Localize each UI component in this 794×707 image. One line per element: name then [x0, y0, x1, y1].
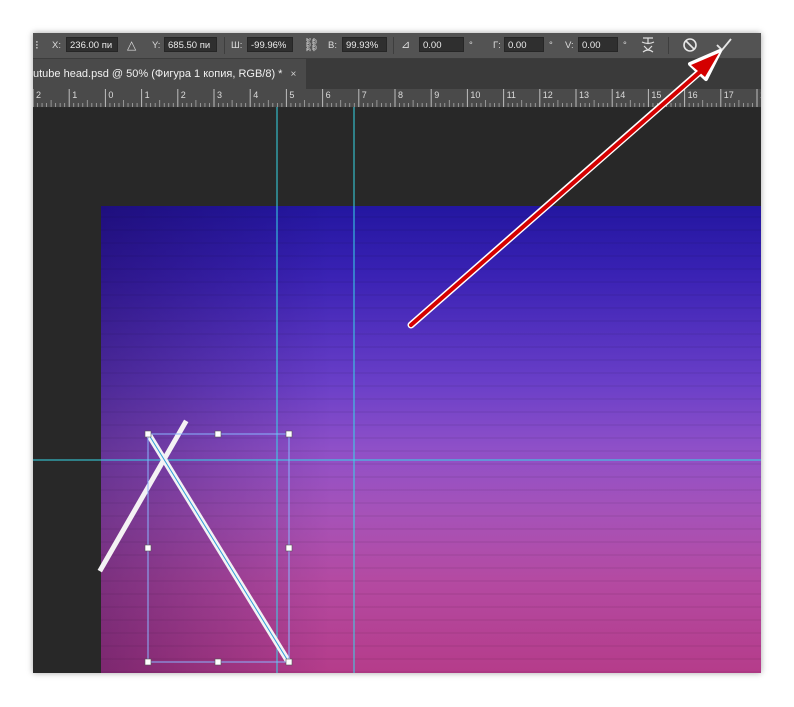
handle-middle-left[interactable] — [144, 544, 152, 552]
shape-path-outline — [148, 434, 289, 662]
canvas-overlay — [33, 49, 761, 673]
photoshop-window: ⁝ X: 236.00 пи △ Y: 685.50 пи Ш: -99.96%… — [33, 33, 761, 673]
shape-stroke-original — [97, 419, 189, 573]
handle-bottom-right[interactable] — [285, 658, 293, 666]
handle-top-middle[interactable] — [214, 430, 222, 438]
annotation-arrow — [407, 49, 722, 329]
handle-middle-right[interactable] — [285, 544, 293, 552]
handle-top-right[interactable] — [285, 430, 293, 438]
handle-top-left[interactable] — [144, 430, 152, 438]
handle-bottom-left[interactable] — [144, 658, 152, 666]
handle-bottom-middle[interactable] — [214, 658, 222, 666]
